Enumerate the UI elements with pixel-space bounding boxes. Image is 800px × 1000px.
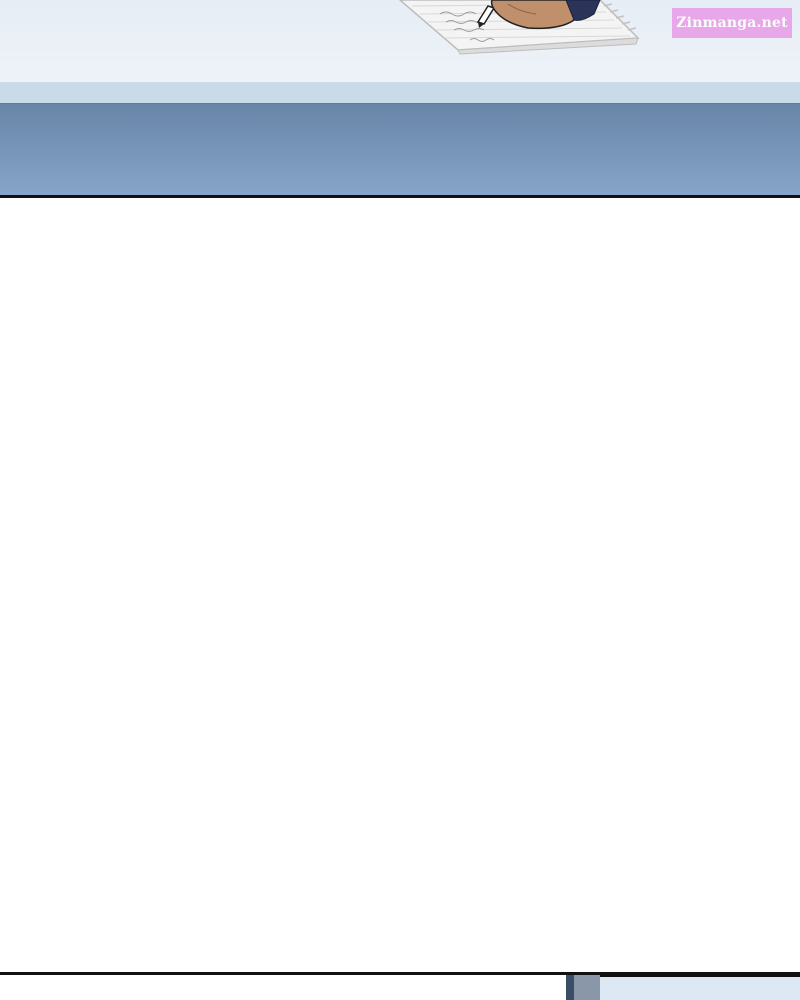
top-panel: Zinmanga.net xyxy=(0,0,800,196)
blank-gutter xyxy=(0,198,800,972)
sea xyxy=(0,103,800,196)
watermark-badge: Zinmanga.net xyxy=(672,8,792,38)
manga-page: Zinmanga.net xyxy=(0,0,800,1000)
bottom-panel-art xyxy=(0,975,800,1000)
horizon-band xyxy=(0,82,800,104)
bottom-panel xyxy=(0,975,800,1000)
